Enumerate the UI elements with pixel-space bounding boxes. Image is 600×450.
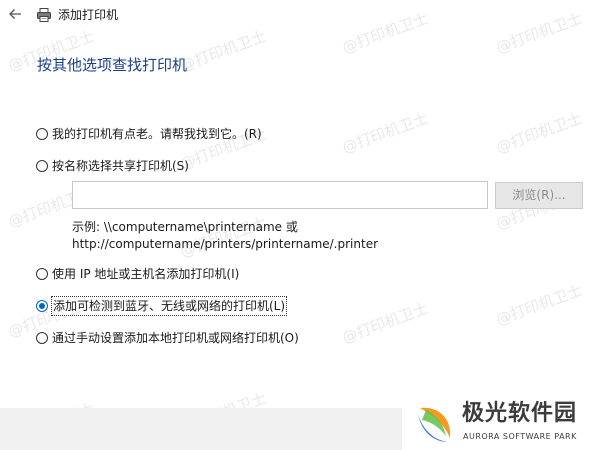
option-label: 使用 IP 地址或主机名添加打印机(I) [52, 267, 240, 281]
radio-button-selected[interactable] [36, 300, 48, 312]
watermark: @打印机卫士 [177, 27, 269, 75]
example-text-line-2: http://computername/printers/printername… [72, 237, 379, 251]
option-ip-or-hostname[interactable]: 使用 IP 地址或主机名添加打印机(I) [36, 264, 239, 284]
title-bar: 添加打印机 [0, 0, 600, 32]
window-title: 添加打印机 [58, 8, 119, 22]
radio-button[interactable] [36, 128, 48, 140]
option-label: 通过手动设置添加本地打印机或网络打印机(O) [52, 331, 299, 345]
watermark: @打印机卫士 [493, 109, 585, 157]
watermark: @打印机卫士 [339, 299, 431, 347]
page-heading: 按其他选项查找打印机 [37, 56, 188, 74]
option-label: 添加可检测到蓝牙、无线或网络的打印机(L) [50, 296, 288, 316]
radio-button[interactable] [36, 332, 48, 344]
printer-icon [36, 7, 52, 23]
option-old-printer[interactable]: 我的打印机有点老。请帮我找到它。(R) [36, 124, 262, 144]
site-logo: 极光软件园 AURORA SOFTWARE PARK [402, 396, 600, 450]
logo-name: 极光软件园 [462, 401, 578, 426]
option-label: 按名称选择共享打印机(S) [52, 159, 189, 173]
radio-button[interactable] [36, 160, 48, 172]
option-bluetooth-wireless-network[interactable]: 添加可检测到蓝牙、无线或网络的打印机(L) [36, 296, 288, 316]
watermark: @打印机卫士 [493, 281, 585, 329]
example-text-line-1: 示例: \\computername\printername 或 [72, 220, 298, 234]
back-arrow-icon[interactable] [6, 5, 24, 23]
aurora-logo-icon [412, 402, 456, 446]
option-label: 我的打印机有点老。请帮我找到它。(R) [52, 127, 262, 141]
option-manual-local-or-network[interactable]: 通过手动设置添加本地打印机或网络打印机(O) [36, 328, 299, 348]
watermark: @打印机卫士 [339, 109, 431, 157]
printer-name-input[interactable] [72, 181, 488, 209]
logo-subtitle: AURORA SOFTWARE PARK [463, 432, 577, 441]
option-shared-printer-by-name[interactable]: 按名称选择共享打印机(S) [36, 156, 189, 176]
browse-button[interactable]: 浏览(R)... [495, 182, 583, 209]
radio-button[interactable] [36, 268, 48, 280]
